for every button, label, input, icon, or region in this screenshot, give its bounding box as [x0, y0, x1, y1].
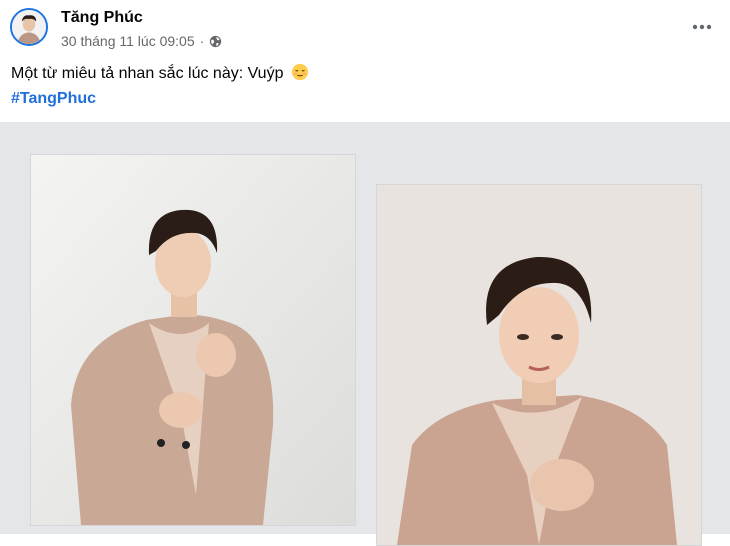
- post-photo-2[interactable]: [376, 184, 702, 546]
- author-avatar[interactable]: [10, 8, 48, 46]
- post-media: [0, 122, 730, 546]
- globe-icon[interactable]: [209, 35, 222, 48]
- post-timestamp[interactable]: 30 tháng 11 lúc 09:05: [61, 33, 195, 49]
- more-options-button[interactable]: [686, 14, 718, 40]
- relieved-face-emoji-icon: [291, 63, 309, 86]
- meta-separator: ·: [199, 33, 205, 49]
- author-name[interactable]: Tăng Phúc: [61, 9, 143, 27]
- post-photo-1[interactable]: [30, 154, 356, 526]
- hashtag-link[interactable]: #TangPhuc: [11, 90, 96, 108]
- post-body: Một từ miêu tả nhan sắc lúc này: Vuýp: [11, 63, 309, 86]
- post-meta: 30 tháng 11 lúc 09:05 ·: [61, 33, 222, 49]
- more-dots-icon: [692, 24, 712, 30]
- post-text: Một từ miêu tả nhan sắc lúc này: Vuýp: [11, 65, 284, 82]
- post-header: Tăng Phúc 30 tháng 11 lúc 09:05 ·: [0, 0, 730, 60]
